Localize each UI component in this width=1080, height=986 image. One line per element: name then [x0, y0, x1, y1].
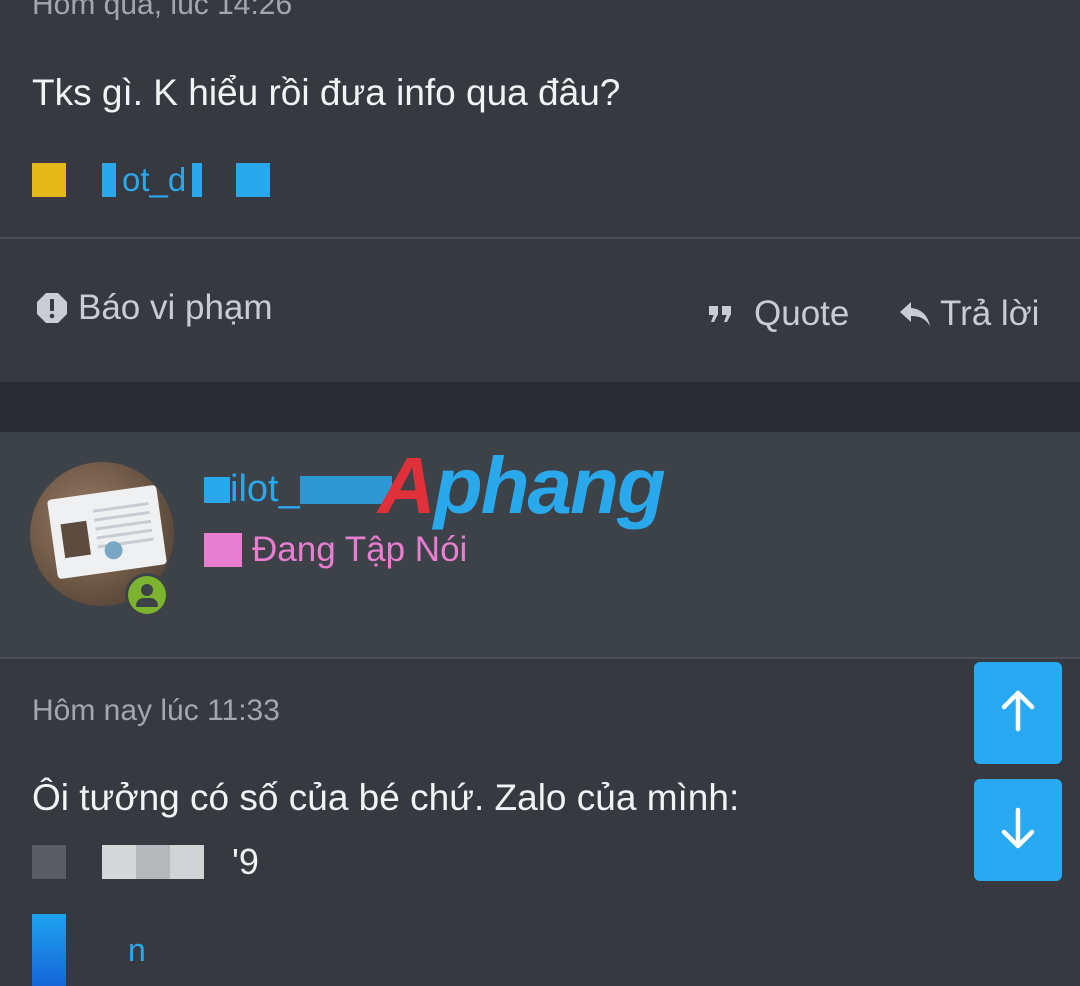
post-message: Ôi tưởng có số của bé chứ. Zalo của mình… — [32, 777, 740, 818]
post-previous: Hôm qua, lúc 14:26 Tks gì. K hiểu rồi đư… — [0, 0, 1080, 382]
post-divider — [0, 237, 1080, 239]
phone-suffix: '9 — [232, 841, 259, 882]
zalo-link[interactable]: n — [32, 914, 146, 986]
post-message: Tks gì. K hiểu rồi đưa info qua đâu? — [32, 72, 621, 113]
scroll-top-button[interactable] — [974, 662, 1062, 764]
post-actions: Báo vi phạm Quote Trả lời — [0, 282, 1080, 342]
redaction-block — [102, 163, 116, 197]
post-signature: ot_d — [32, 160, 271, 200]
online-status — [125, 573, 169, 617]
exclamation-circle-icon — [36, 292, 68, 324]
arrow-up-icon — [998, 689, 1038, 738]
reply-label: Trả lời — [940, 294, 1040, 333]
redaction-block — [32, 914, 66, 986]
post-user-header: ilot_ Đang Tập Nói Aphang — [0, 432, 1080, 657]
post-timestamp: Hôm nay lúc 11:33 — [32, 694, 280, 727]
online-user-icon — [128, 576, 166, 614]
reply-icon — [898, 299, 932, 329]
arrow-down-icon — [998, 806, 1038, 855]
redaction-block — [204, 533, 242, 567]
redaction-block — [136, 845, 170, 879]
quote-label: Quote — [754, 294, 850, 333]
redaction-block — [204, 476, 230, 503]
watermark-part1: A — [378, 441, 436, 530]
post-username[interactable]: ilot_ — [204, 468, 392, 511]
redaction-block — [102, 845, 136, 879]
post-timestamp: Hôm qua, lúc 14:26 — [32, 0, 293, 21]
user-role: Đang Tập Nói — [204, 530, 467, 570]
role-text: Đang Tập Nói — [252, 530, 468, 569]
post-current: ilot_ Đang Tập Nói Aphang Hôm nay lúc 11… — [0, 432, 1080, 986]
post-separator — [0, 382, 1080, 432]
signature-yellow-block — [32, 163, 66, 197]
username-text: ilot_ — [230, 468, 300, 510]
report-label: Báo vi phạm — [78, 288, 273, 327]
signature-username[interactable]: ot_d — [122, 161, 186, 199]
quote-icon — [708, 304, 734, 324]
redaction-block — [192, 163, 203, 197]
id-card-image — [46, 484, 168, 580]
redaction-block — [32, 845, 66, 879]
post-divider — [0, 657, 1080, 659]
watermark-part2: phang — [433, 441, 666, 530]
signature-blue-block — [236, 163, 271, 197]
scroll-bottom-button[interactable] — [974, 779, 1062, 881]
watermark-logo: Aphang — [378, 446, 666, 526]
zalo-text: n — [128, 931, 146, 968]
phone-number: '9 — [32, 841, 259, 882]
quote-button[interactable]: Quote — [708, 294, 849, 334]
reply-button[interactable]: Trả lời — [898, 294, 1039, 334]
report-button[interactable]: Báo vi phạm — [36, 288, 273, 328]
redaction-block — [170, 845, 204, 879]
